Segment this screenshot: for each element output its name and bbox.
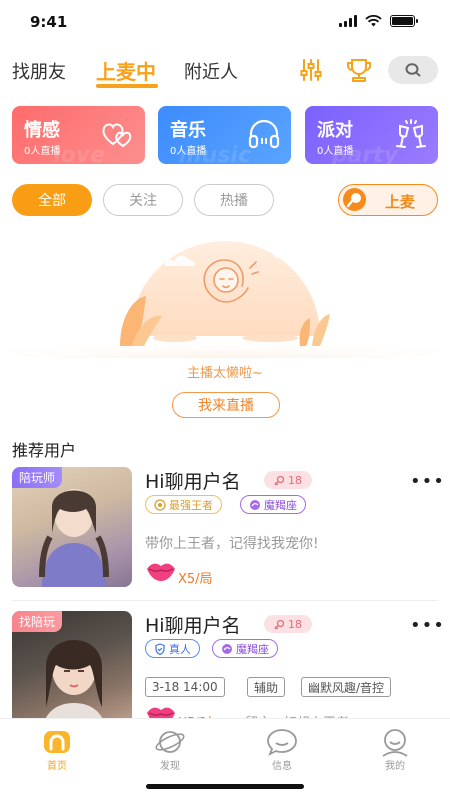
verified-badge: 真人 [145,639,200,658]
female-icon [274,475,285,485]
user-card[interactable]: 陪玩师 Hi聊用户名 18 ••• 最强王者 魔羯座 带你上王者，记得找我宠你!… [0,467,450,602]
price-label: X5/局 [178,572,213,587]
filter-all[interactable]: 全部 [12,184,92,216]
filter-hot[interactable]: 热播 [194,184,274,216]
empty-state-text: 主播太懒啦~ [187,366,263,381]
king-rank-icon [154,498,166,511]
tab-on-mic[interactable]: 上麦中 [96,56,156,85]
zodiac-icon [222,643,232,654]
trophy-icon[interactable] [346,58,372,82]
role-chip: 辅助 [247,677,286,697]
go-on-mic-label: 上麦 [385,193,416,211]
search-button[interactable] [388,56,438,84]
empty-state-illustration [0,241,450,358]
shield-check-icon [155,642,165,655]
user-name[interactable]: Hi聊用户名 [145,467,241,494]
age-value: 18 [288,617,302,631]
more-options-icon[interactable]: ••• [410,471,445,492]
verified-badge-label: 真人 [169,642,191,656]
rank-badge: 最强王者 [145,495,222,514]
category-title: 情感 [24,120,60,141]
category-live-count: 0人直播 [24,146,61,157]
home-indicator [146,784,304,789]
card-watermark: love [53,143,105,164]
age-value: 18 [288,473,302,487]
home-icon [44,731,70,753]
tabbar-label: 我的 [385,761,405,772]
planet-icon [155,731,185,753]
search-icon [405,63,421,77]
section-title: 推荐用户 [12,441,77,460]
category-card-music[interactable]: music 音乐 0人直播 [158,106,291,164]
empty-state: 主播太懒啦~ 我来直播 [0,228,450,418]
category-card-emotion[interactable]: love 情感 0人直播 [12,106,145,164]
microphone-icon [343,188,366,211]
kiss-lips-icon [147,563,175,581]
rank-badge-label: 最强王者 [169,498,213,512]
chat-bubble-icon [267,729,297,756]
champagne-icon [396,119,426,148]
zodiac-badge-label: 魔羯座 [236,642,269,656]
schedule-chip: 3-18 14:00 [145,677,225,697]
user-description: 带你上王者，记得找我宠你! [145,536,319,552]
headphones-icon [248,119,280,149]
tab-find-friends[interactable]: 找朋友 [12,58,66,84]
more-options-icon[interactable]: ••• [410,615,445,636]
category-title: 派对 [317,120,353,141]
user-role-tag: 找陪玩 [12,611,63,632]
style-chip: 幽默风趣/音控 [301,677,392,697]
zodiac-badge-label: 魔羯座 [264,498,297,512]
wifi-icon [365,15,382,27]
category-live-count: 0人直播 [170,146,207,157]
active-tab-indicator [96,84,158,88]
category-title: 音乐 [170,120,206,141]
category-row: love 情感 0人直播 music 音乐 0人直播 party 派对 0人直播 [12,106,438,164]
cellular-signal-icon [339,15,357,27]
user-role-tag: 陪玩师 [12,467,63,488]
user-photo[interactable]: 找陪玩 [12,611,132,731]
user-face-icon [382,729,408,757]
category-card-party[interactable]: party 派对 0人直播 [305,106,438,164]
filter-following[interactable]: 关注 [103,184,183,216]
filter-row: 全部 关注 热播 上麦 [0,184,450,216]
battery-icon [390,15,418,27]
tab-nearby[interactable]: 附近人 [184,58,238,84]
zodiac-badge: 魔羯座 [212,639,278,658]
tabbar-label: 发现 [160,761,180,772]
filter-sliders-icon[interactable] [300,58,322,82]
female-icon [274,619,285,629]
age-badge: 18 [264,615,312,633]
age-badge: 18 [264,471,312,489]
zodiac-badge: 魔羯座 [240,495,306,514]
tabbar-label: 信息 [272,761,292,772]
start-live-button[interactable]: 我来直播 [172,392,280,418]
card-divider [12,600,438,601]
go-on-mic-button[interactable]: 上麦 [338,184,438,216]
hearts-icon [102,123,132,148]
top-nav: 找朋友 上麦中 附近人 [0,52,450,92]
status-bar: 9:41 [0,0,450,44]
status-time: 9:41 [30,13,68,31]
category-live-count: 0人直播 [317,146,354,157]
tabbar-label: 首页 [47,761,67,772]
user-photo[interactable]: 陪玩师 [12,467,132,587]
zodiac-icon [250,499,260,510]
user-name[interactable]: Hi聊用户名 [145,611,241,638]
